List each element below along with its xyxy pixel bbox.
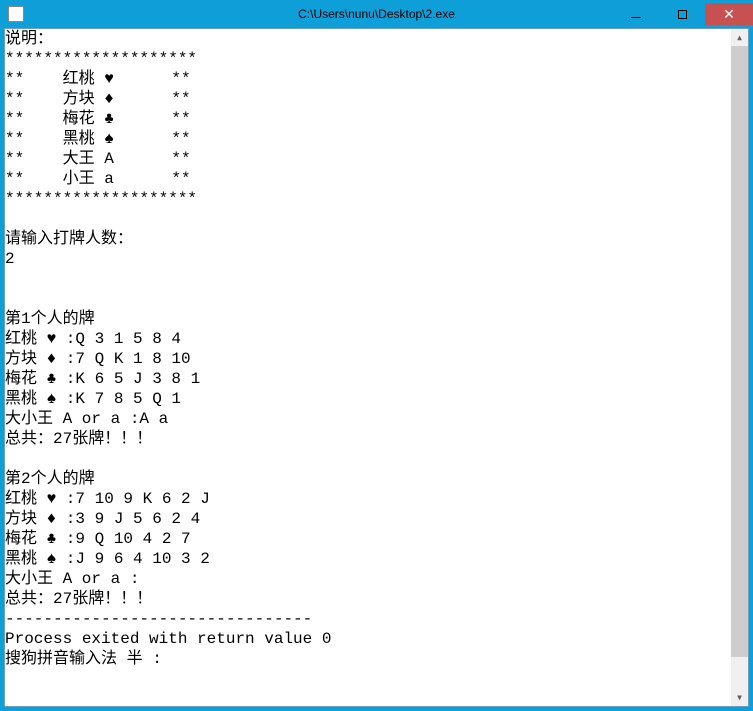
chevron-down-icon: ▼ — [737, 693, 742, 702]
restore-icon — [678, 10, 687, 19]
close-button[interactable]: ✕ — [705, 3, 753, 25]
content-area: 说明： ******************** ** 红桃 ♥ ** ** 方… — [4, 28, 749, 707]
scroll-down-button[interactable]: ▼ — [731, 689, 748, 706]
scroll-up-button[interactable]: ▲ — [731, 29, 748, 46]
scrollbar-thumb[interactable] — [731, 46, 748, 657]
close-icon: ✕ — [723, 7, 735, 21]
titlebar[interactable]: C:\Users\nunu\Desktop\2.exe ✕ — [0, 0, 753, 28]
scrollbar-track[interactable] — [731, 46, 748, 689]
app-icon — [8, 6, 24, 22]
window-title: C:\Users\nunu\Desktop\2.exe — [298, 7, 455, 21]
minimize-button[interactable] — [613, 3, 659, 25]
vertical-scrollbar[interactable]: ▲ ▼ — [731, 29, 748, 706]
window-controls: ✕ — [613, 3, 753, 25]
app-window: C:\Users\nunu\Desktop\2.exe ✕ 说明： ******… — [0, 0, 753, 711]
console-output: 说明： ******************** ** 红桃 ♥ ** ** 方… — [5, 29, 731, 706]
chevron-up-icon: ▲ — [737, 33, 742, 42]
minimize-icon — [631, 17, 641, 18]
maximize-button[interactable] — [659, 3, 705, 25]
